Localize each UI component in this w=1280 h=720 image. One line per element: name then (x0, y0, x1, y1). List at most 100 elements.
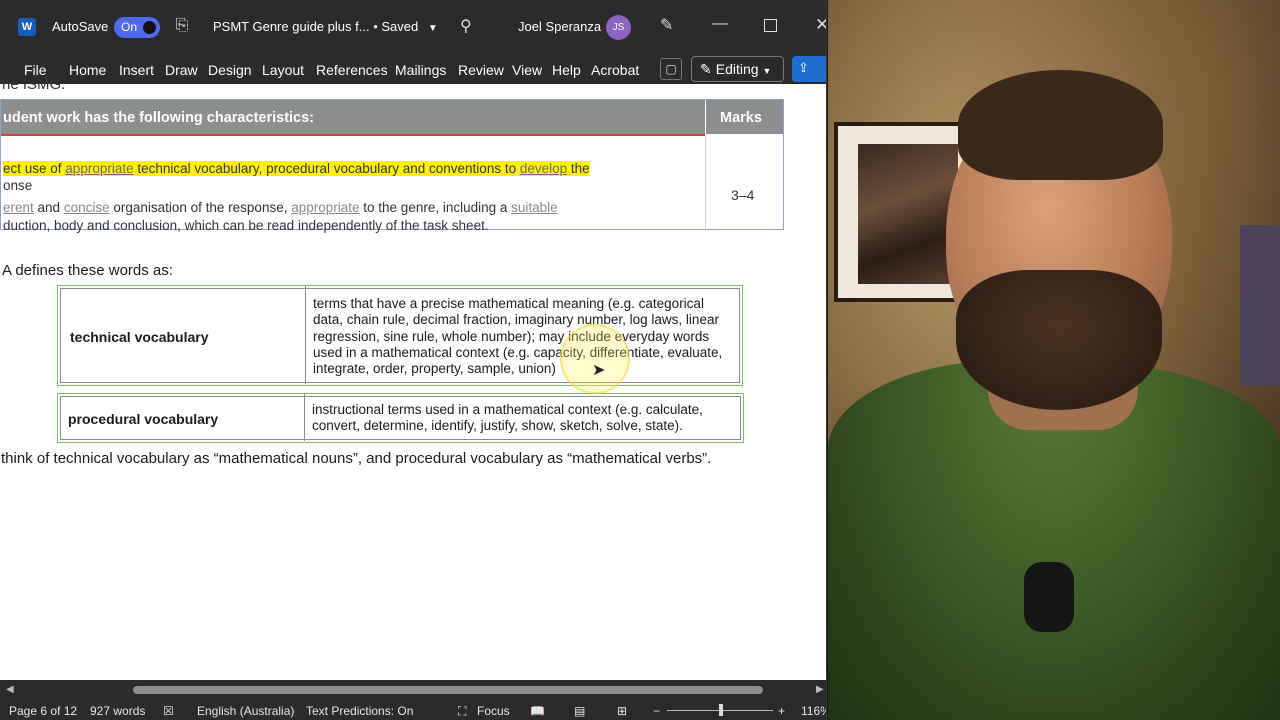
header-characteristics: udent work has the following characteris… (3, 110, 315, 126)
criterion-1-line-1: ect use of appropriate technical vocabul… (3, 161, 590, 176)
glossary-link[interactable]: erent (3, 200, 34, 215)
focus-mode-button[interactable]: Focus (477, 704, 510, 718)
text-run: ect use of (3, 161, 66, 176)
tab-layout[interactable]: Layout (262, 62, 304, 78)
save-icon[interactable]: ⎘ (172, 17, 192, 37)
focus-icon: ⛶ (458, 704, 467, 718)
tab-design[interactable]: Design (208, 62, 252, 78)
text-run: technical vocabulary, procedural vocabul… (133, 161, 520, 176)
term-procedural-vocabulary: procedural vocabulary (68, 411, 219, 427)
title-bar: W AutoSave On ⎘ PSMT Genre guide plus f.… (0, 0, 826, 56)
minimize-icon[interactable]: — (712, 15, 728, 33)
glossary-link[interactable]: appropriate (65, 161, 133, 176)
language-indicator[interactable]: English (Australia) (197, 704, 294, 718)
glossary-link[interactable]: appropriate (291, 200, 359, 215)
zoom-level[interactable]: 116% (801, 704, 826, 718)
share-button[interactable]: ⇪ (792, 56, 826, 82)
proofing-icon[interactable]: ☒ (163, 704, 174, 718)
editing-mode-button[interactable]: ✎ Editing ▼ (691, 56, 784, 82)
document-title[interactable]: PSMT Genre guide plus f... • Saved ▼ (213, 19, 438, 34)
autosave-state: On (121, 20, 138, 34)
tab-mailings[interactable]: Mailings (395, 62, 446, 78)
tab-references[interactable]: References (316, 62, 388, 78)
document-title-text: PSMT Genre guide plus f... (213, 19, 370, 34)
read-mode-icon[interactable]: 📖 (530, 704, 545, 718)
save-status: • Saved (373, 19, 419, 34)
ismg-criteria-table: udent work has the following characteris… (0, 99, 784, 233)
tab-insert[interactable]: Insert (119, 62, 154, 78)
cursor-highlight (560, 324, 630, 394)
page-indicator[interactable]: Page 6 of 12 (9, 704, 77, 718)
table-column-divider (304, 394, 305, 441)
scroll-left-icon[interactable]: ◀ (6, 684, 14, 695)
definition-technical-vocabulary: terms that have a precise mathematical m… (313, 296, 723, 377)
technical-vocabulary-table: technical vocabulary terms that have a p… (57, 285, 743, 386)
toggle-knob (143, 21, 156, 34)
web-layout-icon[interactable]: ⊞ (617, 704, 627, 718)
webcam-feed (828, 0, 1280, 720)
framed-artwork (858, 144, 958, 284)
autosave-label: AutoSave (52, 19, 109, 34)
criterion-2-line-1: erent and concise organisation of the re… (3, 200, 558, 215)
chevron-down-icon: ▼ (427, 23, 438, 34)
presenter-beard (956, 270, 1162, 410)
search-icon[interactable]: ⚲ (460, 16, 472, 36)
avatar[interactable]: JS (606, 15, 631, 40)
glossary-link[interactable]: suitable (511, 200, 558, 215)
criterion-1-line-2: onse (3, 178, 33, 193)
zoom-slider-thumb[interactable] (719, 704, 723, 716)
header-marks: Marks (720, 110, 762, 126)
tab-acrobat[interactable]: Acrobat (591, 62, 639, 78)
header-rule (1, 134, 705, 136)
procedural-vocabulary-table: procedural vocabulary instructional term… (57, 393, 744, 443)
zoom-in-icon[interactable]: + (778, 704, 785, 718)
text-run: organisation of the response, (109, 200, 292, 215)
tab-draw[interactable]: Draw (165, 62, 198, 78)
close-icon[interactable]: ✕ (815, 15, 826, 35)
maximize-icon[interactable] (764, 19, 777, 32)
criterion-2-line-2: duction, body and conclusion, which can … (3, 218, 489, 233)
zoom-out-icon[interactable]: − (653, 704, 660, 718)
print-layout-icon[interactable]: ▤ (574, 704, 585, 718)
chevron-down-icon: ▼ (762, 66, 772, 76)
text-predictions-status[interactable]: Text Predictions: On (306, 704, 413, 718)
column-divider (705, 134, 706, 231)
tab-home[interactable]: Home (69, 62, 106, 78)
presenter-hair (958, 70, 1163, 180)
previous-paragraph: he ISMG. (2, 76, 66, 93)
horizontal-scrollbar[interactable]: ◀ ▶ (0, 680, 826, 700)
status-bar: Page 6 of 12 927 words ☒ English (Austra… (0, 700, 826, 720)
think-paragraph: think of technical vocabulary as “mathem… (1, 450, 712, 467)
scrollbar-thumb[interactable] (133, 686, 763, 694)
word-count[interactable]: 927 words (90, 704, 145, 718)
tab-view[interactable]: View (512, 62, 542, 78)
document-page[interactable]: he ISMG. udent work has the following ch… (0, 76, 826, 680)
defines-paragraph: A defines these words as: (2, 262, 173, 279)
glossary-link[interactable]: develop (520, 161, 567, 176)
user-name[interactable]: Joel Speranza (518, 19, 601, 34)
term-technical-vocabulary: technical vocabulary (70, 329, 209, 345)
definition-procedural-vocabulary: instructional terms used in a mathematic… (312, 402, 703, 434)
text-run: and (33, 200, 64, 215)
editing-label: Editing (715, 61, 759, 77)
text-run: to the genre, including a (359, 200, 512, 215)
autosave-toggle[interactable]: On (114, 17, 160, 38)
scroll-right-icon[interactable]: ▶ (816, 684, 824, 695)
pencil-icon: ✎ (700, 61, 712, 77)
word-app-icon: W (18, 18, 36, 36)
lapel-microphone (1024, 562, 1074, 632)
designer-pen-icon[interactable]: ✎ (660, 15, 673, 35)
mouse-pointer-icon: ➤ (592, 362, 606, 379)
share-icon: ⇪ (798, 60, 809, 75)
ismg-table-header: udent work has the following characteris… (1, 100, 783, 134)
wall-picture-right (1240, 225, 1280, 385)
ribbon-tabs: File Home Insert Draw Design Layout Refe… (0, 56, 826, 84)
text-run: the (567, 161, 590, 176)
glossary-link[interactable]: concise (64, 200, 110, 215)
tab-review[interactable]: Review (458, 62, 504, 78)
comment-icon[interactable]: ▢ (660, 58, 682, 80)
tab-help[interactable]: Help (552, 62, 581, 78)
header-divider (705, 100, 706, 134)
word-window: W AutoSave On ⎘ PSMT Genre guide plus f.… (0, 0, 827, 720)
marks-value: 3–4 (731, 187, 755, 203)
